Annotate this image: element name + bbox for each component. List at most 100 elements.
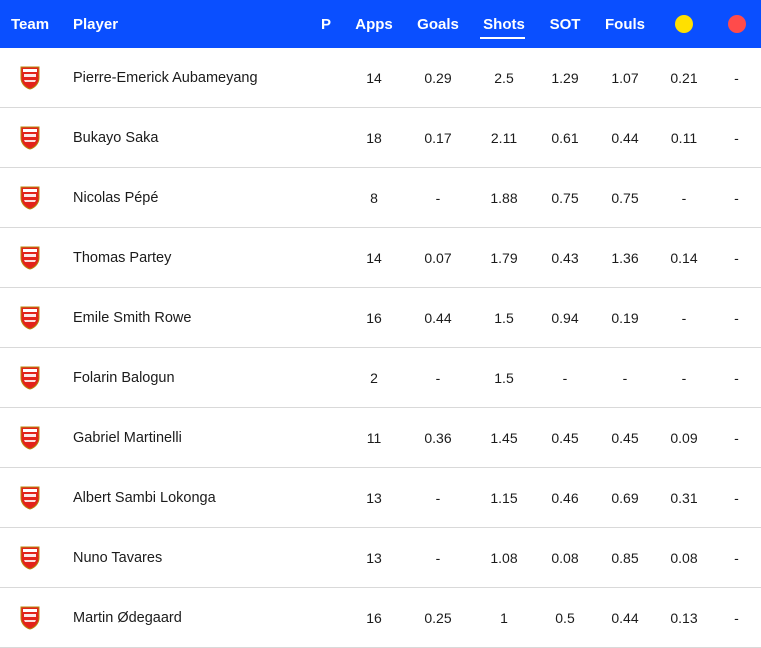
player-name[interactable]: Pierre-Emerick Aubameyang — [73, 48, 323, 107]
yellow-card-icon — [675, 15, 693, 33]
apps-value: 16 — [366, 609, 382, 626]
table-row[interactable]: Nicolas Pépé 8 - 1.88 0.75 0.75 - - — [0, 168, 761, 228]
column-header-red-cards[interactable] — [712, 0, 761, 48]
shots-value: 1.5 — [494, 309, 514, 326]
shots-value: 1.15 — [490, 489, 518, 506]
shots-value: 2.5 — [494, 69, 514, 86]
apps-value: 13 — [366, 489, 382, 506]
fouls-value: 0.69 — [611, 489, 639, 506]
yellow-cards-value: 0.08 — [670, 549, 698, 566]
table-row[interactable]: Martin Ødegaard 16 0.25 1 0.5 0.44 0.13 … — [0, 588, 761, 648]
yellow-cards-value: 0.31 — [670, 489, 698, 506]
table-body: Pierre-Emerick Aubameyang 14 0.29 2.5 1.… — [0, 48, 761, 648]
player-name[interactable]: Folarin Balogun — [73, 348, 323, 407]
table-row[interactable]: Gabriel Martinelli 11 0.36 1.45 0.45 0.4… — [0, 408, 761, 468]
sot-value: 0.08 — [551, 549, 579, 566]
team-cell[interactable] — [0, 108, 60, 167]
table-row[interactable]: Albert Sambi Lokonga 13 - 1.15 0.46 0.69… — [0, 468, 761, 528]
table-row[interactable]: Nuno Tavares 13 - 1.08 0.08 0.85 0.08 - — [0, 528, 761, 588]
table-row[interactable]: Pierre-Emerick Aubameyang 14 0.29 2.5 1.… — [0, 48, 761, 108]
yellow-cards-value: - — [681, 369, 687, 386]
column-header-yellow-cards[interactable] — [656, 0, 712, 48]
player-name[interactable]: Thomas Partey — [73, 228, 323, 287]
column-header-goals[interactable]: Goals — [405, 0, 471, 48]
apps-value: 14 — [366, 69, 382, 86]
yellow-cards-value: - — [681, 309, 687, 326]
yellow-cards-value: 0.13 — [670, 609, 698, 626]
arsenal-crest-icon — [20, 366, 40, 390]
red-cards-value: - — [734, 489, 739, 506]
player-name[interactable]: Bukayo Saka — [73, 108, 323, 167]
apps-value: 14 — [366, 249, 382, 266]
goals-value: - — [435, 549, 441, 566]
column-header-player[interactable]: Player — [73, 0, 323, 48]
fouls-value: 1.36 — [611, 249, 639, 266]
player-name[interactable]: Nicolas Pépé — [73, 168, 323, 227]
fouls-value: 0.19 — [611, 309, 639, 326]
arsenal-crest-icon — [20, 606, 40, 630]
arsenal-crest-icon — [20, 546, 40, 570]
shots-value: 1.79 — [490, 249, 518, 266]
column-header-apps[interactable]: Apps — [345, 0, 403, 48]
sot-value: 0.43 — [551, 249, 579, 266]
player-name[interactable]: Nuno Tavares — [73, 528, 323, 587]
arsenal-crest-icon — [20, 306, 40, 330]
column-header-shots[interactable]: Shots — [474, 0, 534, 48]
arsenal-crest-icon — [20, 66, 40, 90]
column-header-fouls[interactable]: Fouls — [595, 0, 655, 48]
player-name[interactable]: Gabriel Martinelli — [73, 408, 323, 467]
yellow-cards-value: 0.14 — [670, 249, 698, 266]
red-cards-value: - — [734, 429, 739, 446]
apps-value: 16 — [366, 309, 382, 326]
fouls-value: 0.44 — [611, 609, 639, 626]
goals-value: 0.36 — [424, 429, 452, 446]
column-header-p[interactable]: P — [312, 0, 340, 48]
red-cards-value: - — [734, 609, 739, 626]
team-cell[interactable] — [0, 348, 60, 407]
table-row[interactable]: Emile Smith Rowe 16 0.44 1.5 0.94 0.19 -… — [0, 288, 761, 348]
column-header-sot[interactable]: SOT — [535, 0, 595, 48]
yellow-cards-value: 0.21 — [670, 69, 698, 86]
table-row[interactable]: Thomas Partey 14 0.07 1.79 0.43 1.36 0.1… — [0, 228, 761, 288]
sot-value: 0.5 — [555, 609, 575, 626]
team-cell[interactable] — [0, 528, 60, 587]
fouls-value: - — [622, 369, 628, 386]
yellow-cards-value: 0.11 — [670, 129, 698, 146]
table-row[interactable]: Bukayo Saka 18 0.17 2.11 0.61 0.44 0.11 … — [0, 108, 761, 168]
shots-value: 1 — [500, 609, 508, 626]
red-cards-value: - — [734, 369, 739, 386]
player-name[interactable]: Albert Sambi Lokonga — [73, 468, 323, 527]
shots-value: 1.5 — [494, 369, 514, 386]
fouls-value: 0.75 — [611, 189, 639, 206]
apps-value: 8 — [370, 189, 378, 206]
red-cards-value: - — [734, 249, 739, 266]
goals-value: 0.29 — [424, 69, 452, 86]
red-cards-value: - — [734, 549, 739, 566]
team-cell[interactable] — [0, 48, 60, 107]
team-cell[interactable] — [0, 228, 60, 287]
team-cell[interactable] — [0, 168, 60, 227]
team-cell[interactable] — [0, 288, 60, 347]
fouls-value: 0.45 — [611, 429, 639, 446]
team-cell[interactable] — [0, 408, 60, 467]
shots-value: 1.08 — [490, 549, 518, 566]
shots-value: 1.88 — [490, 189, 518, 206]
goals-value: - — [435, 369, 441, 386]
sot-value: 0.94 — [551, 309, 579, 326]
table-row[interactable]: Folarin Balogun 2 - 1.5 - - - - — [0, 348, 761, 408]
apps-value: 18 — [366, 129, 382, 146]
arsenal-crest-icon — [20, 186, 40, 210]
fouls-value: 0.85 — [611, 549, 639, 566]
red-cards-value: - — [734, 129, 739, 146]
apps-value: 11 — [366, 429, 382, 446]
arsenal-crest-icon — [20, 486, 40, 510]
player-name[interactable]: Martin Ødegaard — [73, 588, 323, 647]
sort-indicator — [480, 37, 525, 39]
team-cell[interactable] — [0, 468, 60, 527]
goals-value: 0.44 — [424, 309, 452, 326]
player-name[interactable]: Emile Smith Rowe — [73, 288, 323, 347]
sot-value: - — [562, 369, 568, 386]
column-header-team[interactable]: Team — [11, 0, 49, 48]
sot-value: 0.46 — [551, 489, 579, 506]
team-cell[interactable] — [0, 588, 60, 647]
